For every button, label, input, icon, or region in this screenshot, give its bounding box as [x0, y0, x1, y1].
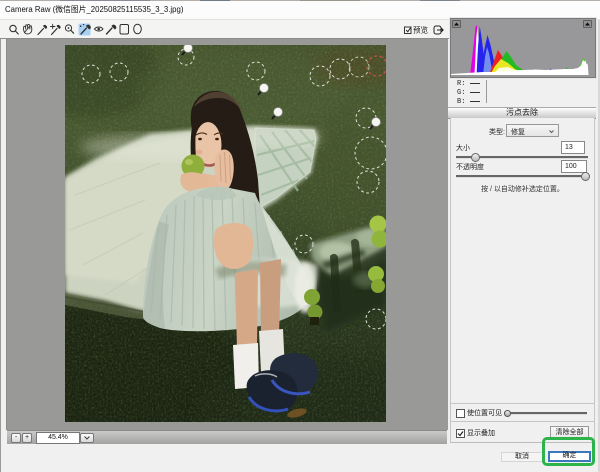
- svg-text:预览: 预览: [413, 25, 428, 35]
